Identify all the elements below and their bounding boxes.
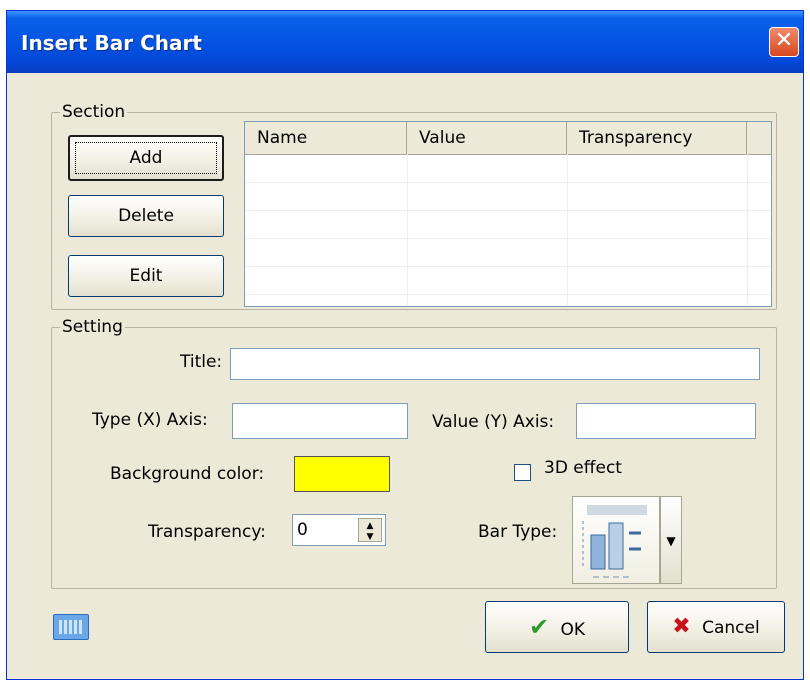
y-axis-input[interactable] bbox=[576, 403, 756, 439]
keyboard-keys bbox=[59, 620, 83, 634]
3d-effect-label: 3D effect bbox=[544, 458, 622, 478]
focus-rect bbox=[75, 142, 217, 174]
close-icon: ✕ bbox=[774, 28, 794, 53]
table-row[interactable] bbox=[245, 266, 771, 295]
column-header-name[interactable]: Name bbox=[245, 122, 407, 154]
delete-button[interactable]: Delete bbox=[68, 195, 224, 237]
transparency-spinner[interactable]: ▲ ▼ bbox=[358, 518, 382, 542]
bar-chart-icon bbox=[582, 505, 647, 578]
keyboard-icon[interactable] bbox=[53, 614, 89, 640]
setting-group-label: Setting bbox=[60, 317, 125, 337]
spin-down-icon[interactable]: ▼ bbox=[359, 530, 381, 542]
insert-bar-chart-dialog: Insert Bar Chart ✕ Section Add Delete Ed… bbox=[6, 10, 804, 680]
background-color-label: Background color: bbox=[110, 464, 265, 484]
x-axis-input[interactable] bbox=[232, 403, 408, 439]
checkmark-icon: ✔ bbox=[528, 613, 550, 641]
table-row[interactable] bbox=[245, 154, 771, 183]
column-header-value[interactable]: Value bbox=[407, 122, 567, 154]
table-row[interactable] bbox=[245, 238, 771, 267]
cancel-button[interactable]: ✖ Cancel bbox=[647, 601, 785, 653]
cancel-button-label: Cancel bbox=[702, 618, 760, 638]
section-group-label: Section bbox=[60, 102, 128, 122]
bar-type-button[interactable] bbox=[572, 496, 660, 584]
spin-up-icon[interactable]: ▲ bbox=[359, 519, 381, 531]
title-input[interactable] bbox=[230, 348, 760, 380]
table-row[interactable] bbox=[245, 182, 771, 211]
bar-type-dropdown[interactable]: ▼ bbox=[660, 496, 682, 584]
chevron-down-icon: ▼ bbox=[666, 534, 676, 548]
section-table[interactable]: Name Value Transparency bbox=[244, 121, 772, 307]
ok-button[interactable]: ✔ OK bbox=[485, 601, 629, 653]
title-bar[interactable]: Insert Bar Chart ✕ bbox=[7, 11, 803, 73]
transparency-label: Transparency: bbox=[148, 522, 266, 542]
bar-type-label: Bar Type: bbox=[478, 522, 558, 542]
close-button[interactable]: ✕ bbox=[769, 27, 799, 57]
edit-button[interactable]: Edit bbox=[68, 255, 224, 297]
y-axis-label: Value (Y) Axis: bbox=[432, 412, 555, 432]
table-row[interactable] bbox=[245, 210, 771, 239]
table-header: Name Value Transparency bbox=[245, 122, 771, 155]
background-color-swatch[interactable] bbox=[294, 456, 390, 492]
add-button[interactable]: Add bbox=[68, 135, 224, 181]
x-mark-icon: ✖ bbox=[672, 614, 691, 639]
column-header-transparency[interactable]: Transparency bbox=[567, 122, 747, 154]
x-axis-label: Type (X) Axis: bbox=[92, 410, 208, 430]
setting-group: Setting Title: Type (X) Axis: Value (Y) … bbox=[51, 317, 777, 589]
title-label: Title: bbox=[180, 352, 223, 372]
ok-button-label: OK bbox=[560, 620, 586, 640]
section-group: Section Add Delete Edit Name Value Trans… bbox=[51, 102, 777, 310]
3d-effect-checkbox[interactable] bbox=[514, 464, 531, 481]
edit-button-label: Edit bbox=[129, 266, 163, 286]
dialog-title: Insert Bar Chart bbox=[21, 31, 202, 55]
delete-button-label: Delete bbox=[118, 206, 174, 226]
